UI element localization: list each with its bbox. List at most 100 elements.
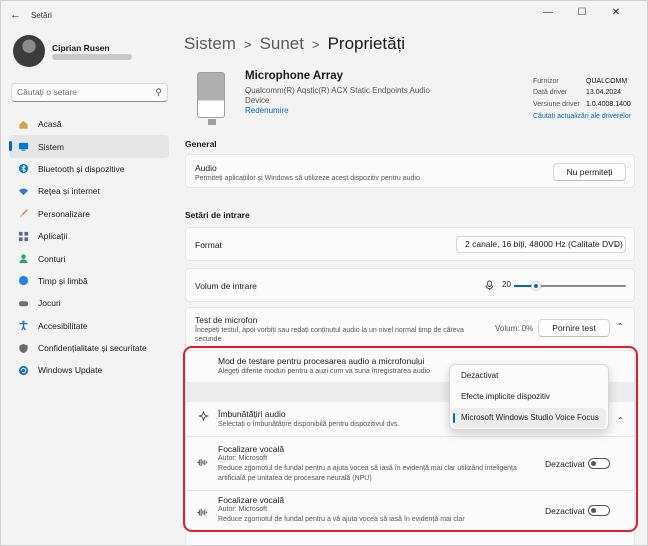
enhancements-title: Îmbunătățiri audio <box>218 409 286 419</box>
mic-test-volume: Volum: 0% <box>495 324 534 333</box>
sidebar-item-account[interactable]: Conturi <box>9 247 169 269</box>
chevron-down-icon: ⌄ <box>613 241 619 248</box>
device-subtitle: Qualcomm(R) Aqstic(R) ACX Static Endpoin… <box>245 86 430 105</box>
breadcrumb-sunet[interactable]: Sunet <box>260 34 304 53</box>
maximize-icon[interactable]: ☐ <box>575 7 589 18</box>
breadcrumb-sistem[interactable]: Sistem <box>184 34 236 53</box>
chevron-up-icon[interactable]: ⌃ <box>617 416 624 425</box>
driver-info: Furnizor QUALCOMM Dată driver 13.04.2024 V… <box>533 76 631 122</box>
search-box[interactable]: ⚲ <box>11 83 168 102</box>
sidebar-item-bluetooth[interactable]: Bluetooth și dispozitive <box>9 158 169 180</box>
info-value: 13.04.2024 <box>586 89 622 97</box>
volume-label: Volum de intrare <box>195 281 257 291</box>
sidebar-item-gamepad[interactable]: Jocuri <box>9 292 169 314</box>
bluetooth-icon <box>18 164 29 174</box>
dropdown-option-selected[interactable]: Microsoft Windows Studio Voice Focus <box>452 408 606 428</box>
sidebar-item-label: Timp și limbă <box>38 275 88 286</box>
sidebar-item-label: Accesibilitate <box>38 320 88 331</box>
audio-title: Audio <box>195 163 217 173</box>
sidebar-item-label: Bluetooth și dispozitive <box>38 163 125 174</box>
dropdown-option[interactable]: Dezactivat <box>452 366 606 386</box>
page-title: Proprietăți <box>327 34 406 53</box>
back-arrow-icon[interactable]: ← <box>10 9 21 21</box>
chevron-up-icon[interactable]: ⌃ <box>617 322 624 331</box>
device-name: Microphone Array <box>245 70 343 82</box>
section-input: Setări de intrare <box>185 210 250 220</box>
brush-icon <box>19 209 28 218</box>
microphone-icon[interactable] <box>484 280 495 291</box>
title-bar: ← Setări — ☐ ✕ <box>1 1 647 31</box>
info-key: Dată driver <box>533 89 568 97</box>
format-card: Format 2 canale, 16 biți, 48000 Hz (Cali… <box>185 227 635 261</box>
format-select[interactable]: 2 canale, 16 biți, 48000 Hz (Calitate DV… <box>456 236 626 253</box>
sidebar-item-wifi[interactable]: Rețea și internet <box>9 180 169 202</box>
driver-update-link[interactable]: Căutați actualizări ale driverelor <box>533 111 631 122</box>
sidebar-item-apps[interactable]: Aplicații <box>9 225 169 247</box>
section-general: General <box>185 139 217 149</box>
format-value: 2 canale, 16 biți, 48000 Hz (Calitate DV… <box>465 239 623 249</box>
disallow-button[interactable]: Nu permiteți <box>553 163 626 181</box>
sidebar-item-label: Conturi <box>38 253 66 264</box>
sidebar-item-label: Aplicații <box>38 231 68 242</box>
apps-icon <box>18 231 29 241</box>
minimize-icon[interactable]: — <box>541 7 555 18</box>
mic-test-desc: Începeți testul, apoi vorbiți sau redați… <box>195 327 464 343</box>
info-value: QUALCOMM <box>586 78 628 85</box>
sidebar-item-label: Jocuri <box>38 298 61 309</box>
test-mode-desc: Alegeți diferite moduri pentru a auzi cu… <box>218 368 431 375</box>
microphone-device-icon <box>197 72 225 125</box>
voice-focus-desc-2: Reduce zgomotul de fundal pentru a vă aj… <box>218 516 465 523</box>
accessibility-icon <box>19 320 28 331</box>
sidebar-item-accessibility[interactable]: Accesibilitate <box>9 315 169 337</box>
shield-icon <box>19 343 28 353</box>
voice-focus-state-2: Dezactivat <box>545 506 585 516</box>
chevron-right-icon: > <box>243 37 252 52</box>
user-email-redacted <box>52 54 132 60</box>
voice-focus-desc-1a: Reduce zgomotul de fundal pentru a ajuta… <box>218 465 517 472</box>
voice-focus-author-2: Autor: Microsoft <box>218 506 268 513</box>
test-mode-dropdown[interactable]: Dezactivat Efecte implicite dispozitiv M… <box>449 364 609 430</box>
voice-focus-toggle-2[interactable] <box>588 505 610 516</box>
sidebar-item-brush[interactable]: Personalizare <box>9 203 169 225</box>
search-icon[interactable]: ⚲ <box>155 87 162 98</box>
wifi-icon <box>18 188 29 196</box>
avatar[interactable] <box>13 35 45 67</box>
info-value: 1.0.4008.1400 <box>586 100 631 108</box>
audio-desc: Permiteți aplicațiilor și Windows să uti… <box>195 175 420 182</box>
voice-wave-icon <box>197 508 208 517</box>
voice-focus-toggle-1[interactable] <box>588 458 610 469</box>
sidebar-item-globe[interactable]: Timp și limbă <box>9 270 169 292</box>
account-icon <box>19 254 28 264</box>
globe-icon <box>18 276 29 286</box>
window-title: Setări <box>31 11 52 20</box>
info-key: Furnizor <box>533 78 559 85</box>
volume-value: 20 <box>502 280 511 289</box>
voice-wave-icon <box>197 458 208 467</box>
sidebar-item-update[interactable]: Windows Update <box>9 359 169 381</box>
sidebar-item-shield[interactable]: Confidențialitate și securitate <box>9 337 169 359</box>
volume-slider-track[interactable] <box>514 281 626 291</box>
info-row: Furnizor QUALCOMM <box>533 76 631 87</box>
search-input[interactable] <box>17 87 147 97</box>
sidebar: Ciprian Rusen ⚲ Acasă Sistem Bluetooth și … <box>1 31 179 545</box>
breadcrumb: Sistem > Sunet > Proprietăți <box>184 34 405 54</box>
sidebar-item-label: Rețea și internet <box>38 186 100 197</box>
close-icon[interactable]: ✕ <box>609 7 623 18</box>
volume-slider-thumb[interactable] <box>531 281 542 291</box>
sidebar-item-home[interactable]: Acasă <box>9 113 169 135</box>
sidebar-item-system[interactable]: Sistem <box>9 135 169 158</box>
info-row: Dată driver 13.04.2024 <box>533 87 631 98</box>
voice-focus-desc-1b: artificială pe unitatea de procesare neu… <box>218 475 372 482</box>
rename-link[interactable]: Redenumire <box>245 106 289 115</box>
sidebar-item-label: Windows Update <box>38 365 103 376</box>
sparkle-icon <box>198 411 209 422</box>
start-test-button[interactable]: Pornire test <box>538 319 610 337</box>
voice-focus-title-1: Focalizare vocală <box>218 444 285 454</box>
dropdown-option[interactable]: Efecte implicite dispozitiv <box>452 387 606 407</box>
info-row: Versiune driver 1.0.4008.1400 <box>533 99 631 110</box>
mic-test-title: Test de microfon <box>195 315 258 325</box>
voice-focus-author-1: Autor: Microsoft <box>218 455 268 462</box>
enhancements-desc: Selectați o îmbunătățire disponibilă pen… <box>218 421 400 428</box>
audio-card: Audio Permiteți aplicațiilor și Windows … <box>185 154 635 188</box>
volume-card: Volum de intrare 20 <box>185 268 635 302</box>
